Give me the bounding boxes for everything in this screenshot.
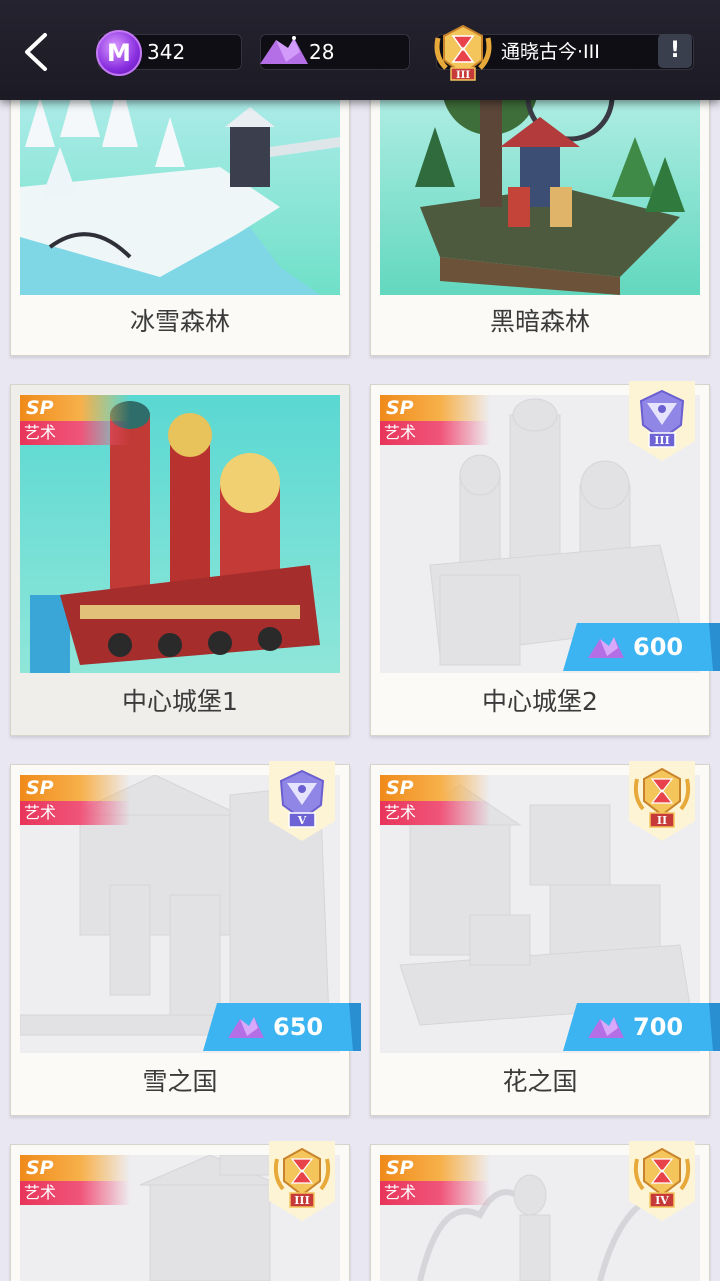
sp-art-tag: SP 艺术 [20,775,130,827]
art-label: 艺术 [380,1181,490,1205]
price-value: 600 [633,633,684,661]
rank-label: IV [655,1194,669,1207]
rank-shield-icon: III [269,1141,335,1221]
rank-label: II [657,814,667,827]
level-card-center-castle-2[interactable]: SP 艺术 III 600 中心城堡2 [370,381,720,736]
purple-pile-icon [260,36,308,64]
rank-label: III [294,1194,309,1207]
alert-button[interactable]: ! [658,34,692,68]
player-title-text: 通晓古今·III [501,41,600,63]
level-name: 花之国 [502,1067,578,1096]
level-card-snow-kingdom[interactable]: SP 艺术 V 650 雪之国 [10,761,361,1116]
art-label: 艺术 [20,421,130,445]
level-name: 中心城堡2 [482,687,598,716]
art-label: 艺术 [20,801,130,825]
price-badge[interactable]: 700 [563,1003,720,1051]
price-badge[interactable]: 650 [203,1003,361,1051]
sp-label: SP [20,775,130,801]
rank-label: III [654,434,669,447]
svg-text:III: III [456,70,470,81]
level-name: 雪之国 [142,1067,218,1096]
art-label: 艺术 [380,421,490,445]
price-value: 700 [633,1013,684,1041]
sp-label: SP [380,1155,490,1181]
price-badge[interactable]: 600 [563,623,720,671]
sp-label: SP [20,395,130,421]
sp-art-tag: SP 艺术 [380,395,490,447]
sp-label: SP [380,395,490,421]
purple-pile-icon [588,637,624,658]
rank-label: V [297,814,307,827]
title-medal-icon: III [434,24,492,81]
rank-shield-icon: V [269,761,335,841]
sp-label: SP [20,1155,130,1181]
level-name: 冰雪森林 [129,307,230,336]
art-label: 艺术 [380,801,490,825]
purple-pile-icon [588,1017,624,1038]
sp-label: SP [380,775,490,801]
level-card-locked[interactable]: SP 艺术 IV [370,1141,710,1281]
level-name: 黑暗森林 [489,307,590,336]
sp-art-tag: SP 艺术 [380,775,490,827]
m-currency-value: 342 [147,40,186,64]
back-button[interactable] [14,30,58,74]
purple-pile-icon [228,1017,264,1038]
level-name: 中心城堡1 [122,687,238,716]
top-bar: 342 M 28 通晓古今·III III ! [0,0,720,100]
art-label: 艺术 [20,1181,130,1205]
rank-shield-icon: II [629,761,695,841]
rank-shield-icon: III [629,381,695,461]
rank-shield-icon: IV [629,1141,695,1221]
sp-art-tag: SP 艺术 [380,1155,490,1207]
m-coin-icon: M [96,30,142,76]
sp-art-tag: SP 艺术 [20,1155,130,1207]
alert-icon: ! [669,38,681,63]
back-arrow-icon [25,33,47,71]
sp-art-tag: SP 艺术 [20,395,130,447]
level-card-center-castle-1[interactable]: SP 艺术 中心城堡1 [10,384,350,736]
level-card-flower-kingdom[interactable]: SP 艺术 II 700 花之国 [370,761,720,1116]
price-value: 650 [273,1013,324,1041]
level-card-locked[interactable]: SP 艺术 III [10,1141,350,1281]
purple-currency-value: 28 [309,40,335,64]
